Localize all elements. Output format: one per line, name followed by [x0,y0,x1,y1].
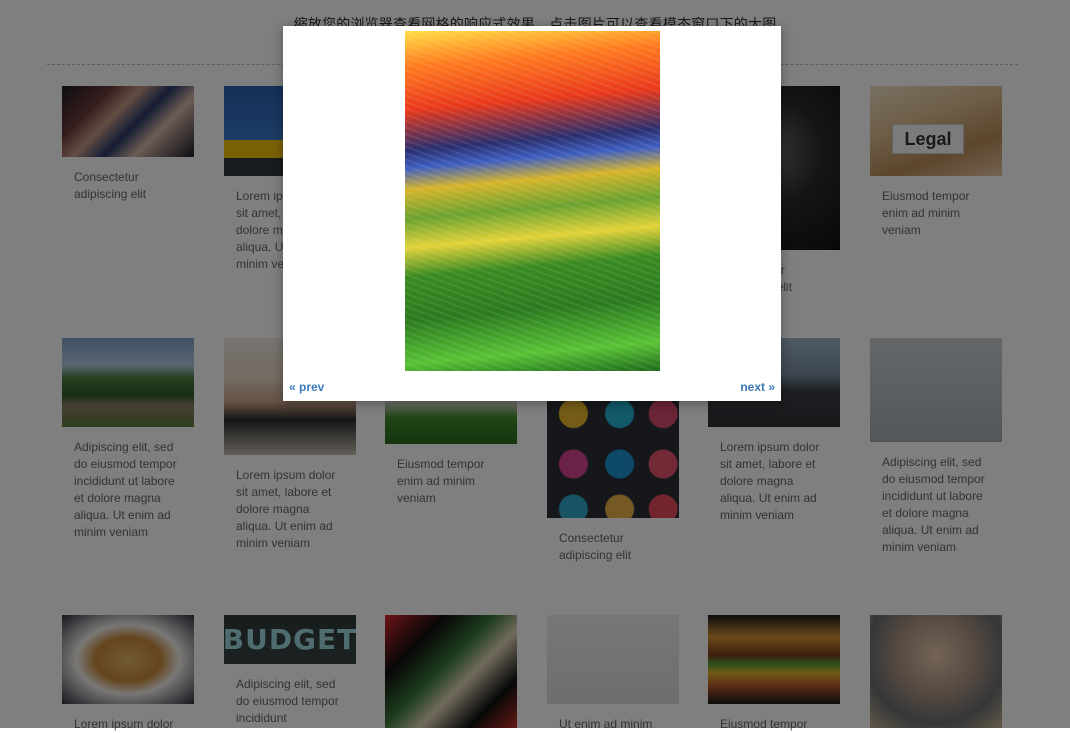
lightbox-image [405,31,660,371]
next-button[interactable]: next » [740,380,775,394]
prev-button[interactable]: « prev [289,380,324,394]
lightbox-modal: « prev next » [283,26,781,401]
